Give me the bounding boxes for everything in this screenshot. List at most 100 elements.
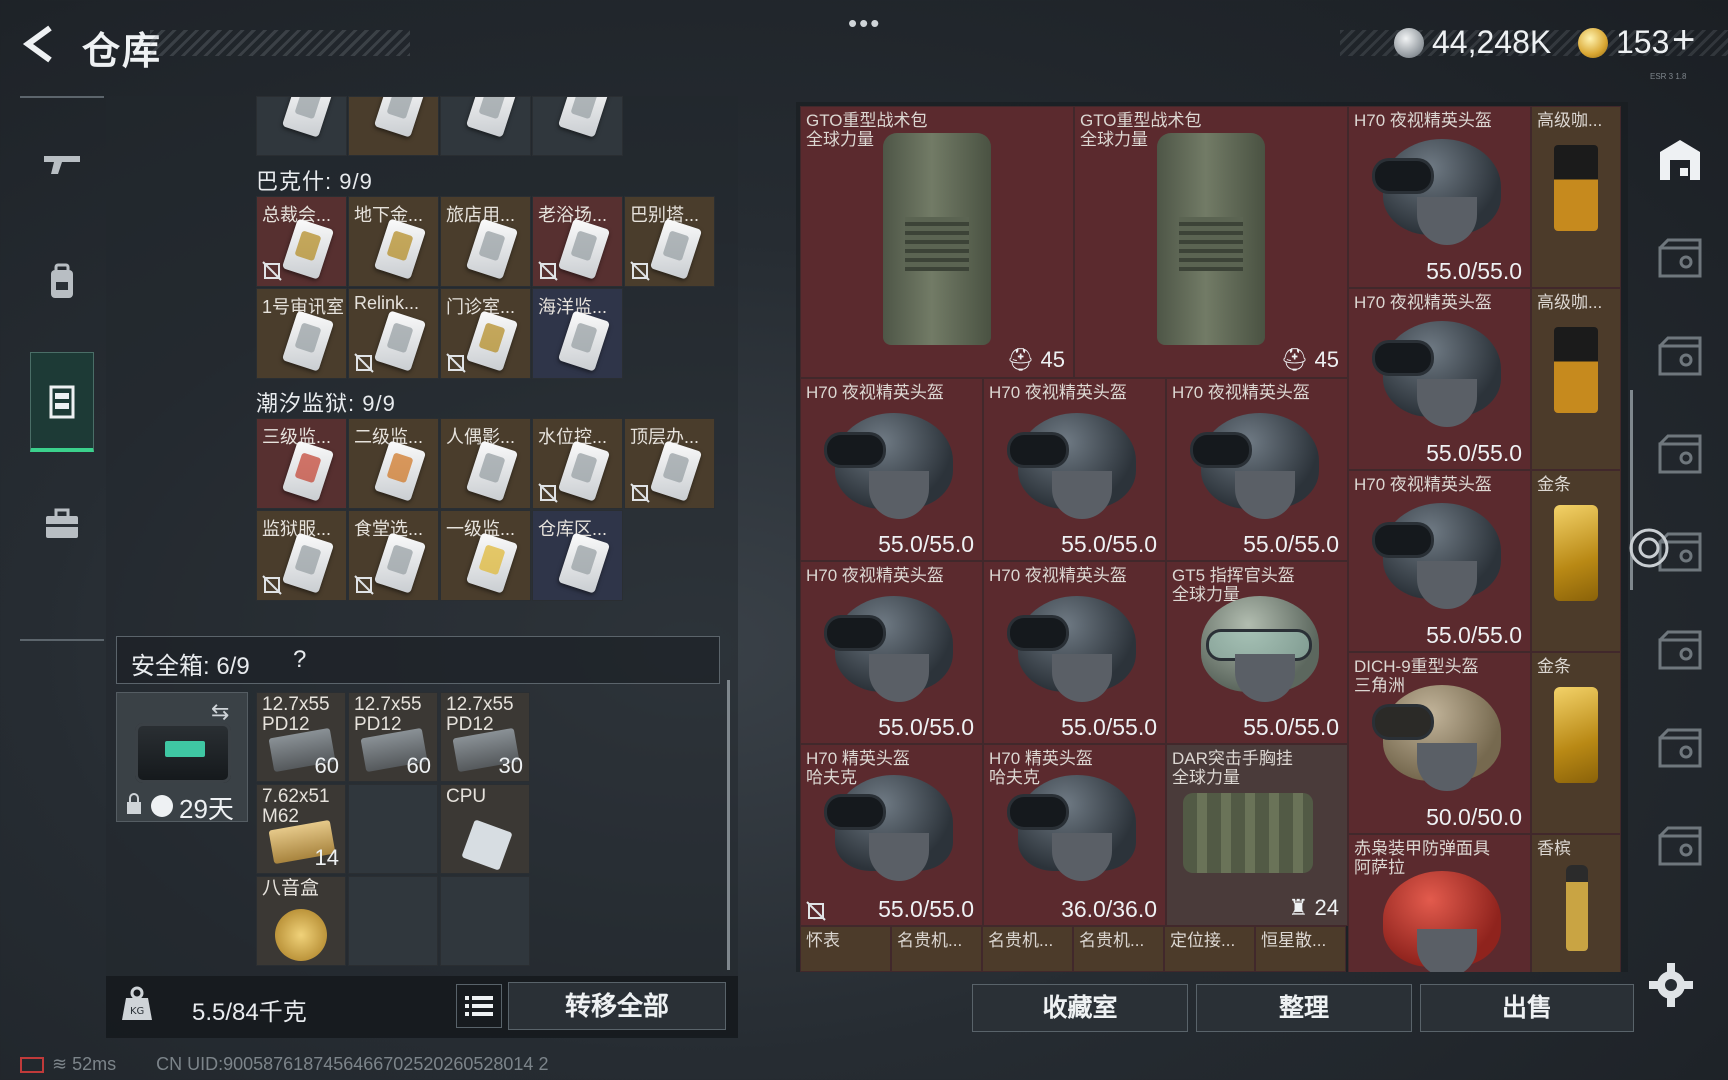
weight-icon[interactable]: KG [120, 986, 154, 1022]
item-h70-elite-helmet[interactable]: H70 精英头盔 哈夫克 36.0/36.0 [983, 744, 1166, 926]
safe-box-item[interactable]: 12.7x55 PD12 60 [256, 692, 346, 782]
keycard-slot[interactable]: 老浴场... [532, 196, 623, 287]
item-valuable[interactable]: 名贵机... [891, 926, 982, 972]
safe-box-item[interactable]: 7.62x51 M62 14 [256, 784, 346, 874]
item-h70-helmet[interactable]: H70 夜视精英头盔 55.0/55.0 [1348, 106, 1531, 288]
swap-icon[interactable]: ⇆ [211, 699, 229, 725]
keycard-slot[interactable]: 监狱服... [256, 510, 347, 601]
target-icon[interactable] [1624, 520, 1674, 576]
scrollbar[interactable] [727, 680, 730, 970]
keycard-slot[interactable] [348, 96, 439, 156]
settings-gear-icon[interactable] [1646, 960, 1696, 1010]
sell-button[interactable]: 出售 [1420, 984, 1634, 1032]
storage-tab-icon[interactable] [1652, 428, 1708, 484]
storage-tab-icon[interactable] [1652, 624, 1708, 680]
item-face-shield[interactable]: 赤枭装甲防弹面具 阿萨拉 [1348, 834, 1531, 972]
help-icon[interactable]: ? [293, 646, 306, 674]
safe-box-empty-slot[interactable] [348, 784, 438, 874]
item-backpack[interactable]: GTO重型战术包 全球力量 ⛑ 45 [1074, 106, 1348, 378]
list-icon [465, 996, 493, 1016]
storage-tab-icon[interactable] [1652, 330, 1708, 386]
item-h70-helmet[interactable]: H70 夜视精英头盔 55.0/55.0 [983, 561, 1166, 744]
keycard-slot[interactable]: 食堂选... [348, 510, 439, 601]
more-menu[interactable]: ••• [848, 8, 881, 39]
item-h70-helmet[interactable]: H70 夜视精英头盔 55.0/55.0 [1348, 470, 1531, 652]
nav-weapons[interactable] [30, 114, 94, 214]
keycard-slot[interactable] [256, 96, 347, 156]
item-h70-helmet[interactable]: H70 夜视精英头盔 55.0/55.0 [1166, 378, 1348, 561]
item-h70-helmet[interactable]: H70 夜视精英头盔 55.0/55.0 [1348, 288, 1531, 470]
keycard-slot[interactable] [532, 96, 623, 156]
keycard-slot[interactable]: 人偶影... [440, 418, 531, 509]
briefcase-icon [46, 508, 78, 538]
safe-box-item[interactable]: 八音盒 [256, 876, 346, 966]
item-champagne[interactable]: 香槟 [1531, 834, 1621, 972]
keycard-slot[interactable]: 海洋监... [532, 288, 623, 379]
nav-briefcase[interactable] [30, 474, 94, 574]
item-h70-helmet[interactable]: H70 夜视精英头盔 55.0/55.0 [800, 378, 983, 561]
transfer-all-button[interactable]: 转移全部 [508, 982, 726, 1030]
keycard-slot[interactable]: 三级监... [256, 418, 347, 509]
keycard-image [281, 532, 335, 594]
chest-rig-image [1183, 793, 1313, 873]
title-stripe-decor [150, 30, 410, 56]
safe-box-empty-slot[interactable] [348, 876, 438, 966]
keycard-slot[interactable]: 顶层办... [624, 418, 715, 509]
keycard-slot[interactable]: 总裁会... [256, 196, 347, 287]
item-coffee[interactable]: 高级咖... [1531, 288, 1621, 470]
item-name: 名贵机... [1079, 931, 1145, 950]
storage-tab-icon[interactable] [1652, 232, 1708, 288]
item-gold-bar[interactable]: 金条 [1531, 470, 1621, 652]
item-name: H70 夜视精英头盔 [1354, 111, 1492, 130]
item-valuable[interactable]: 名贵机... [982, 926, 1073, 972]
item-dich-helmet[interactable]: DICH-9重型头盔 三角洲 50.0/50.0 [1348, 652, 1531, 834]
nav-storage[interactable] [30, 352, 94, 452]
item-gold-bar[interactable]: 金条 [1531, 652, 1621, 834]
item-name: 高级咖... [1537, 111, 1603, 130]
keycard-slot[interactable]: 仓库区... [532, 510, 623, 601]
item-coffee[interactable]: 高级咖... [1531, 106, 1621, 288]
keycard-slot[interactable]: 水位控... [532, 418, 623, 509]
item-valuable[interactable]: 名贵机... [1073, 926, 1164, 972]
collection-room-button[interactable]: 收藏室 [972, 984, 1188, 1032]
keycard-slot[interactable]: 一级监... [440, 510, 531, 601]
keycard-slot[interactable] [440, 96, 531, 156]
keycard-image [465, 532, 519, 594]
item-valuable[interactable]: 怀表 [800, 926, 891, 972]
item-valuable[interactable]: 恒星散... [1255, 926, 1346, 972]
nav-equipment[interactable] [30, 232, 94, 332]
item-h70-helmet[interactable]: H70 夜视精英头盔 55.0/55.0 [800, 561, 983, 744]
no-insure-icon [446, 353, 466, 373]
uid-text: CN UID:9005876187456466702520260528014 2 [156, 1054, 549, 1074]
storage-tab-icon[interactable] [1652, 722, 1708, 778]
list-view-button[interactable] [456, 984, 502, 1028]
organize-button[interactable]: 整理 [1196, 984, 1412, 1032]
safe-box-item[interactable]: 12.7x55 PD12 30 [440, 692, 530, 782]
safe-box-empty-slot[interactable] [440, 876, 530, 966]
item-h70-elite-helmet[interactable]: H70 精英头盔 哈夫克 55.0/55.0 [800, 744, 983, 926]
keycard-slot[interactable]: 门诊室... [440, 288, 531, 379]
safe-box-item[interactable]: 12.7x55 PD12 60 [348, 692, 438, 782]
safe-box-label: 安全箱: 6/9 [131, 653, 250, 680]
keycard-slot[interactable]: 巴别塔... [624, 196, 715, 287]
storage-tab-icon[interactable] [1652, 820, 1708, 876]
keycard-slot[interactable]: 1号审讯室 [256, 288, 347, 379]
durability: 55.0/55.0 [878, 531, 974, 557]
warehouse-icon[interactable] [1652, 132, 1708, 188]
keycard-slot[interactable]: Relink... [348, 288, 439, 379]
durability: 55.0/55.0 [1426, 440, 1522, 466]
item-chest-rig[interactable]: DAR突击手胸挂 全球力量 ♜ 24 [1166, 744, 1348, 926]
item-valuable[interactable]: 定位接... [1164, 926, 1255, 972]
gold-bar-image [1554, 505, 1598, 601]
keycard-slot[interactable]: 二级监... [348, 418, 439, 509]
item-backpack[interactable]: GTO重型战术包 全球力量 ⛑ 45 [800, 106, 1074, 378]
add-currency-button[interactable]: + [1672, 18, 1695, 63]
safe-case[interactable]: ⇆ 29天 [116, 692, 248, 824]
item-gt5-helmet[interactable]: GT5 指挥官头盔 全球力量 55.0/55.0 [1166, 561, 1348, 744]
keycard-image [373, 310, 427, 372]
item-h70-helmet[interactable]: H70 夜视精英头盔 55.0/55.0 [983, 378, 1166, 561]
back-arrow-icon[interactable] [20, 24, 60, 64]
safe-box-item[interactable]: CPU [440, 784, 530, 874]
keycard-slot[interactable]: 旅店用... [440, 196, 531, 287]
keycard-slot[interactable]: 地下金... [348, 196, 439, 287]
